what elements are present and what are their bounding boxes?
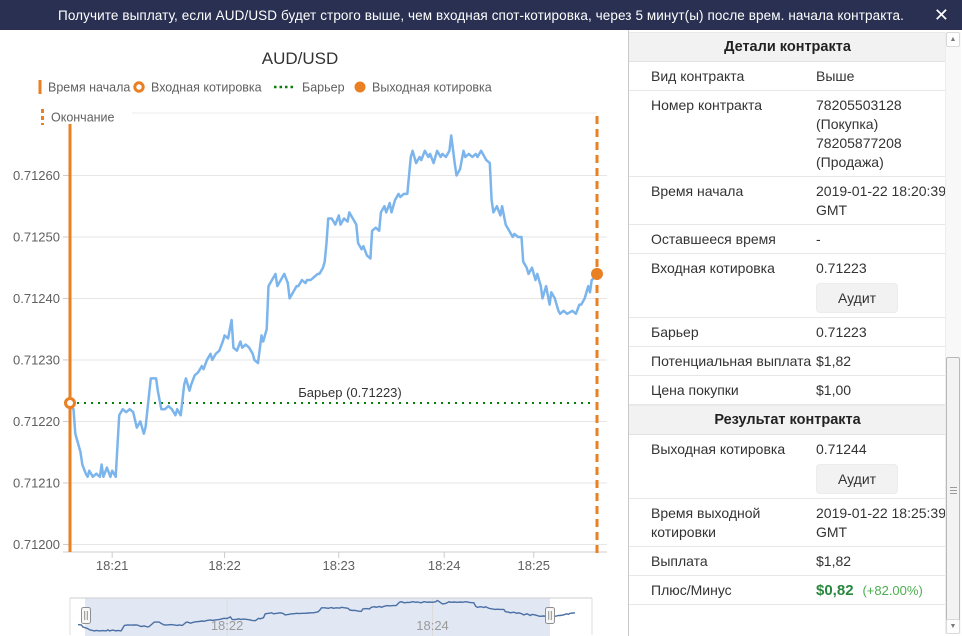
svg-text:0.71210: 0.71210 [13,475,60,490]
potential-payout-row: Потенциальная выплата $1,82 [629,347,946,376]
navigator[interactable]: 18:22 18:24 [69,597,593,636]
scrollbar-down-icon[interactable]: ▼ [946,619,960,634]
exit-time-row: Время выходной котировки 2019-01-22 18:2… [629,499,946,547]
result-header: Результат контракта [629,405,946,435]
exit-time-datetime: 2019-01-22 18:25:39 [816,505,946,521]
svg-text:18:25: 18:25 [517,558,550,573]
purchase-price-row: Цена покупки $1,00 [629,376,946,405]
sell-ref-id: 78205877208 [816,135,902,151]
chart-panel: 0.71200 0.71210 0.71220 0.71230 0.71240 0.712… [0,30,628,636]
potential-payout-value: $1,82 [816,353,852,369]
entry-spot-marker [64,397,76,409]
scrollbar-grip-icon [950,489,957,491]
scrollbar-up-icon[interactable]: ▲ [946,32,960,47]
buy-ref-id: 78205503128 [816,97,902,113]
legend-entry-spot: Входная котировка [151,81,262,95]
profit-loss-label: Плюс/Минус [651,582,732,598]
details-header: Детали контракта [629,32,946,62]
start-time-label: Время начала [651,183,744,199]
entry-spot-row: Входная котировка 0.71223 Аудит [629,254,946,318]
contract-number-row: Номер контракта 78205503128 (Покупка) 78… [629,91,946,177]
exit-time-tz: GMT [816,524,848,540]
navigator-right-handle[interactable] [545,607,555,624]
svg-text:18:23: 18:23 [322,558,355,573]
payout-label: Выплата [651,553,708,569]
entry-spot-legend-icon [133,81,145,93]
start-time-value: 2019-01-22 18:20:39 GMT [816,182,946,220]
payout-description-text: Получите выплату, если AUD/USD будет стр… [58,7,904,23]
entry-spot-audit-button[interactable]: Аудит [816,283,898,313]
remaining-time-row: Оставшееся время - [629,225,946,254]
chart-title: AUD/USD [262,49,339,68]
sidebar-scrollbar[interactable]: ▲ ▼ [945,32,961,634]
potential-payout-label: Потенциальная выплата [651,353,812,369]
exit-time-value: 2019-01-22 18:25:39 GMT [816,504,946,542]
legend-end-time: Окончание [51,111,115,125]
y-gridlines [63,174,607,558]
close-icon[interactable]: ✕ [934,6,949,24]
contract-details-content: Детали контракта Вид контракта Выше Номе… [629,32,946,605]
svg-text:0.71220: 0.71220 [13,414,60,429]
exit-spot-marker [591,267,603,280]
profit-loss-percent: (+82.00%) [862,583,923,598]
exit-spot-legend-icon [354,81,366,93]
contract-number-label: Номер контракта [651,97,763,113]
exit-time-label: Время выходной котировки [651,505,761,540]
remaining-time-label: Оставшееся время [651,231,776,247]
svg-text:18:24: 18:24 [416,618,449,633]
profit-loss-row: Плюс/Минус $0,82 (+82.00%) [629,576,946,605]
purchase-price-value: $1,00 [816,382,852,398]
svg-text:0.71250: 0.71250 [13,229,60,244]
exit-spot-value: 0.71244 [816,441,867,457]
payout-description-bar: Получите выплату, если AUD/USD будет стр… [0,0,962,30]
start-end-plotlines [68,116,599,556]
entry-spot-value-cell: 0.71223 Аудит [816,259,942,313]
exit-spot-audit-button[interactable]: Аудит [816,464,898,494]
profit-loss-value: $0,82 [816,582,854,599]
exit-spot-value-cell: 0.71244 Аудит [816,440,942,494]
barrier-row: Барьер 0.71223 [629,318,946,347]
barrier-label: Барьер [651,324,699,340]
scrollbar-thumb[interactable] [946,357,960,622]
contract-details-panel: Детали контракта Вид контракта Выше Номе… [628,30,962,636]
contract-type-label: Вид контракта [651,68,745,84]
exit-spot-label: Выходная котировка [651,441,786,457]
price-series [68,134,599,479]
sell-ref-type: (Продажа) [816,154,884,170]
svg-text:0.71230: 0.71230 [13,352,60,367]
payout-row: Выплата $1,82 [629,547,946,576]
legend-start-time: Время начала [48,81,130,95]
start-time-datetime: 2019-01-22 18:20:39 [816,183,946,199]
start-time-tz: GMT [816,202,848,218]
barrier-annotation: Барьер (0.71223) [298,385,402,400]
contract-type-row: Вид контракта Выше [629,62,946,91]
svg-text:0.71200: 0.71200 [13,537,60,552]
barrier-value: 0.71223 [816,324,867,340]
start-time-row: Время начала 2019-01-22 18:20:39 GMT [629,177,946,225]
buy-ref-type: (Покупка) [816,116,879,132]
legend-barrier: Барьер [302,81,345,95]
svg-text:18:21: 18:21 [96,558,129,573]
price-chart: 0.71200 0.71210 0.71220 0.71230 0.71240 0.712… [13,49,607,636]
svg-text:0.71240: 0.71240 [13,291,60,306]
legend-exit-spot: Выходная котировка [372,81,492,95]
profit-loss-value-cell: $0,82 (+82.00%) [816,581,942,600]
contract-number-value: 78205503128 (Покупка) 78205877208 (Прода… [816,96,942,172]
svg-text:18:24: 18:24 [428,558,461,573]
entry-spot-label: Входная котировка [651,260,775,276]
start-time-legend-icon [38,80,42,94]
navigator-left-handle[interactable] [81,607,91,624]
entry-spot-value: 0.71223 [816,260,867,276]
purchase-price-label: Цена покупки [651,382,739,398]
exit-spot-row: Выходная котировка 0.71244 Аудит [629,435,946,499]
contract-type-value: Выше [816,68,855,84]
svg-text:0.71260: 0.71260 [13,168,60,183]
contract-view: 0.71200 0.71210 0.71220 0.71230 0.71240 0.712… [0,30,962,636]
payout-value: $1,82 [816,553,852,569]
axis-labels: 0.71200 0.71210 0.71220 0.71230 0.71240 0.712… [13,168,550,573]
remaining-time-value: - [816,231,821,247]
svg-text:18:22: 18:22 [208,558,241,573]
